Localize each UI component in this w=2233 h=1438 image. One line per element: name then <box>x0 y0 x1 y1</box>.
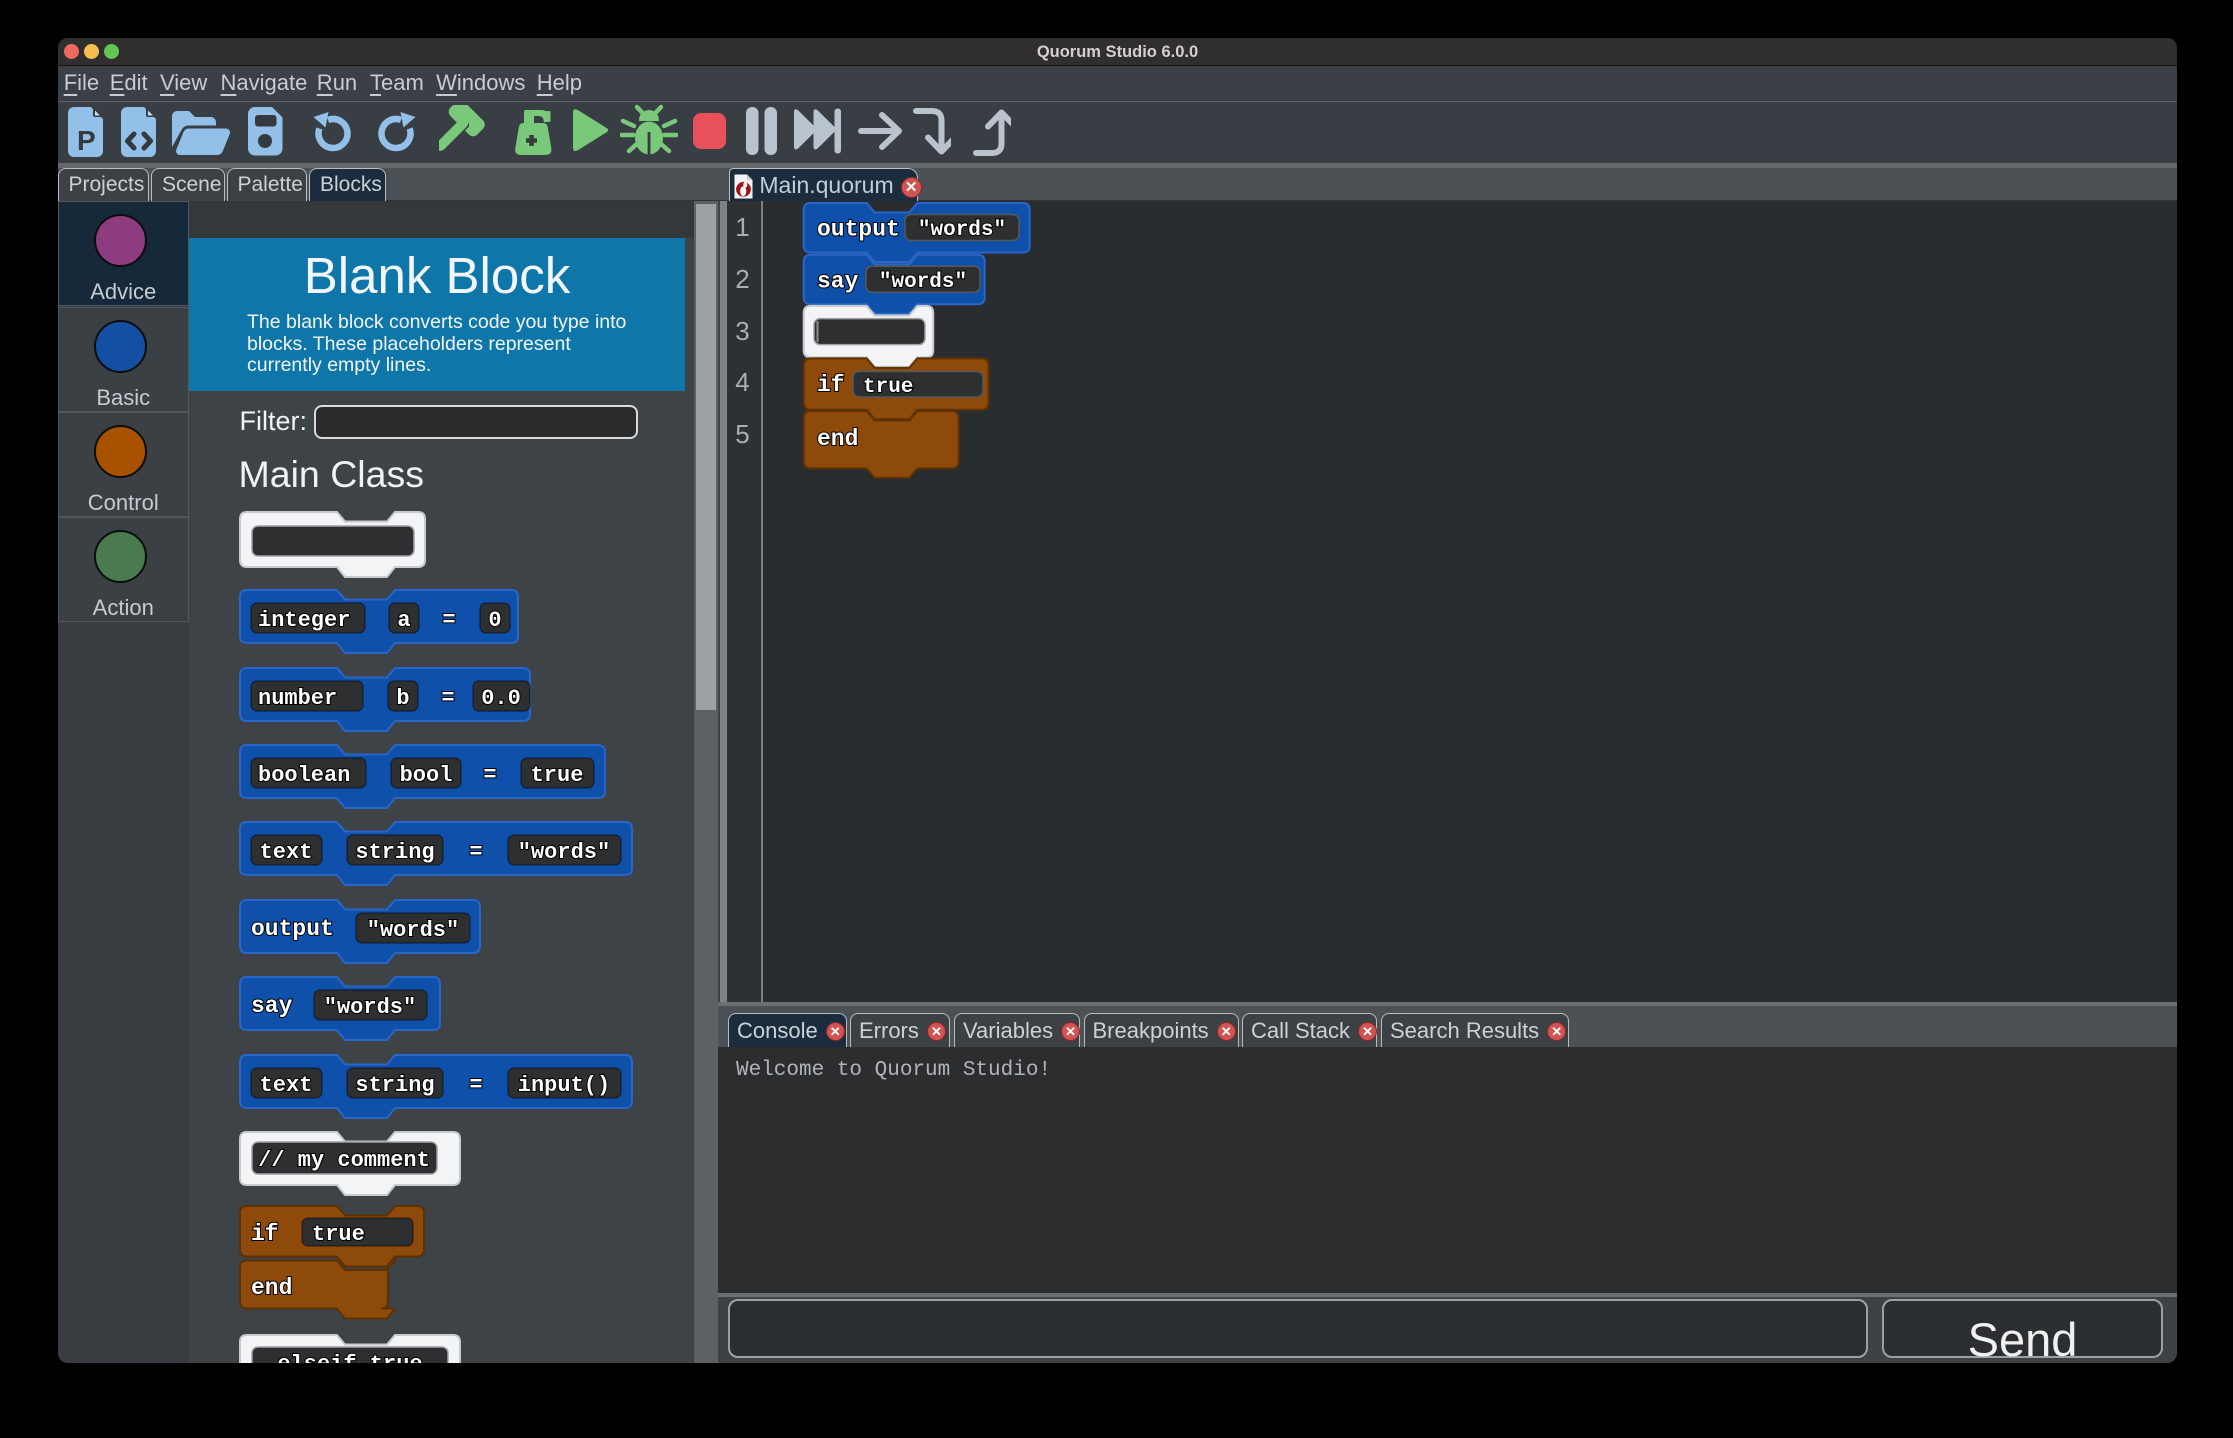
svg-text:number: number <box>258 686 337 711</box>
svg-text:string: string <box>355 840 434 865</box>
svg-text:bool: bool <box>400 763 453 788</box>
svg-text:say: say <box>251 993 293 1019</box>
svg-text:// my comment: // my comment <box>258 1148 430 1173</box>
svg-text:input(): input() <box>518 1073 610 1098</box>
svg-text:output: output <box>817 217 900 243</box>
svg-text:say: say <box>817 268 859 294</box>
svg-text:"words": "words" <box>518 840 610 865</box>
svg-text:=: = <box>469 840 482 865</box>
svg-text:0.0: 0.0 <box>481 686 521 711</box>
svg-text:b: b <box>396 686 409 711</box>
svg-text:=: = <box>441 686 454 711</box>
svg-text:true: true <box>531 763 584 788</box>
svg-text:output: output <box>251 916 334 942</box>
svg-text:P: P <box>77 125 96 156</box>
svg-text:if: if <box>251 1221 279 1247</box>
svg-text:a: a <box>397 608 410 633</box>
svg-text:end: end <box>817 426 858 452</box>
svg-text:elseif true: elseif true <box>277 1352 422 1363</box>
svg-text:string: string <box>355 1073 434 1098</box>
svg-text:end: end <box>251 1275 292 1301</box>
svg-text:=: = <box>442 608 455 633</box>
svg-text:0: 0 <box>488 608 501 633</box>
svg-text:"words": "words" <box>367 918 459 943</box>
svg-text:=: = <box>469 1073 482 1098</box>
svg-text:if: if <box>817 372 845 398</box>
svg-text:true: true <box>863 376 913 399</box>
svg-text:=: = <box>483 763 496 788</box>
svg-text:text: text <box>260 1073 313 1098</box>
svg-text:"words": "words" <box>879 271 967 294</box>
svg-text:boolean: boolean <box>258 763 350 788</box>
svg-text:"words": "words" <box>918 219 1006 242</box>
svg-text:true: true <box>312 1222 365 1247</box>
svg-text:text: text <box>260 840 313 865</box>
svg-text:integer: integer <box>258 608 350 633</box>
svg-text:"words": "words" <box>324 995 416 1020</box>
